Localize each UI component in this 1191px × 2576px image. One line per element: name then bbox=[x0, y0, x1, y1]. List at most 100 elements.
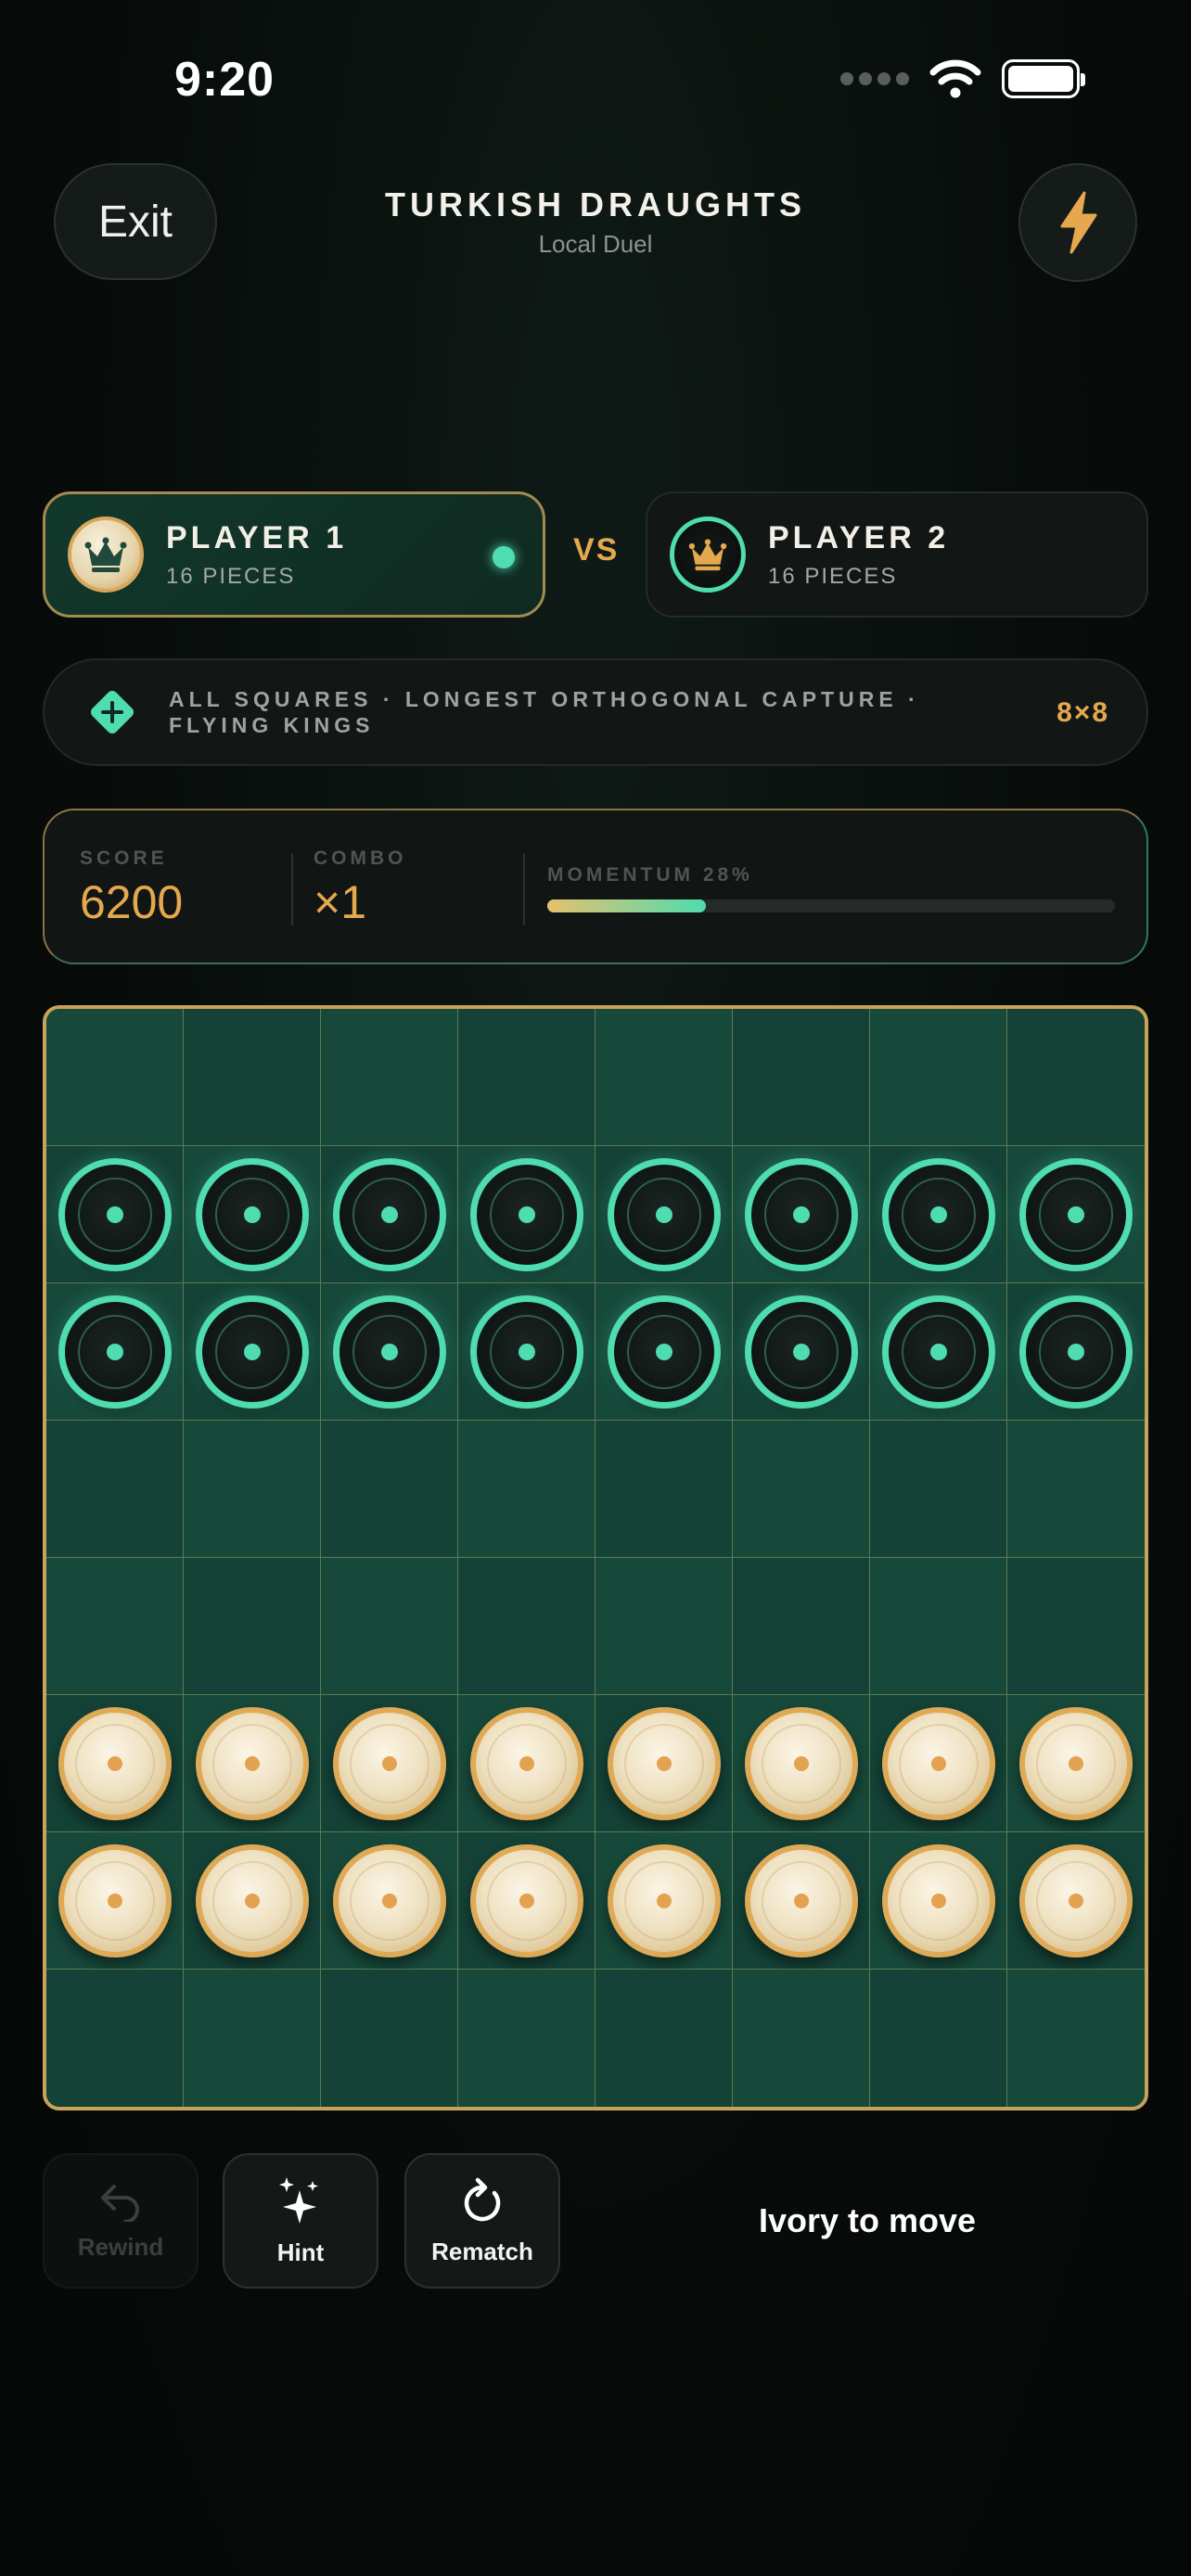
board-square[interactable] bbox=[596, 1283, 733, 1421]
board-square[interactable] bbox=[733, 1146, 870, 1283]
board-square[interactable] bbox=[458, 1009, 596, 1146]
board-square[interactable] bbox=[733, 1695, 870, 1832]
board-square[interactable] bbox=[596, 1695, 733, 1832]
board-square[interactable] bbox=[1007, 1421, 1145, 1558]
board-square[interactable] bbox=[321, 1970, 458, 2107]
rematch-button[interactable]: Rematch bbox=[404, 2153, 560, 2289]
board-square[interactable] bbox=[870, 1832, 1007, 1970]
board-square[interactable] bbox=[1007, 1558, 1145, 1695]
board-square[interactable] bbox=[46, 1146, 184, 1283]
board-square[interactable] bbox=[321, 1558, 458, 1695]
dark-piece[interactable] bbox=[1019, 1294, 1133, 1409]
dark-piece[interactable] bbox=[881, 1294, 995, 1409]
dark-piece[interactable] bbox=[881, 1157, 995, 1271]
board-square[interactable] bbox=[733, 1970, 870, 2107]
board-square[interactable] bbox=[46, 1970, 184, 2107]
board-square[interactable] bbox=[1007, 1283, 1145, 1421]
board-square[interactable] bbox=[184, 1283, 321, 1421]
board-square[interactable] bbox=[733, 1009, 870, 1146]
ivory-piece[interactable] bbox=[469, 1706, 583, 1820]
ivory-piece[interactable] bbox=[332, 1843, 446, 1958]
board-square[interactable] bbox=[184, 1558, 321, 1695]
hint-button[interactable]: Hint bbox=[223, 2153, 378, 2289]
ivory-piece[interactable] bbox=[607, 1706, 721, 1820]
ivory-piece[interactable] bbox=[195, 1843, 309, 1958]
board-square[interactable] bbox=[733, 1558, 870, 1695]
dark-piece[interactable] bbox=[469, 1157, 583, 1271]
ivory-piece[interactable] bbox=[744, 1706, 858, 1820]
board-square[interactable] bbox=[46, 1695, 184, 1832]
ivory-piece[interactable] bbox=[881, 1706, 995, 1820]
dark-piece[interactable] bbox=[744, 1157, 858, 1271]
board-square[interactable] bbox=[184, 1970, 321, 2107]
board-square[interactable] bbox=[321, 1421, 458, 1558]
board-square[interactable] bbox=[184, 1146, 321, 1283]
ivory-piece[interactable] bbox=[607, 1843, 721, 1958]
board-square[interactable] bbox=[46, 1832, 184, 1970]
board-square[interactable] bbox=[46, 1009, 184, 1146]
board-square[interactable] bbox=[458, 1970, 596, 2107]
board-square[interactable] bbox=[321, 1832, 458, 1970]
dark-piece[interactable] bbox=[195, 1157, 309, 1271]
board-square[interactable] bbox=[458, 1283, 596, 1421]
board-square[interactable] bbox=[596, 1421, 733, 1558]
board-square[interactable] bbox=[184, 1009, 321, 1146]
power-button[interactable] bbox=[1018, 163, 1137, 282]
board-square[interactable] bbox=[1007, 1695, 1145, 1832]
board-square[interactable] bbox=[596, 1009, 733, 1146]
board-square[interactable] bbox=[184, 1832, 321, 1970]
board-square[interactable] bbox=[184, 1695, 321, 1832]
board-square[interactable] bbox=[870, 1970, 1007, 2107]
dark-piece[interactable] bbox=[332, 1294, 446, 1409]
ivory-piece[interactable] bbox=[881, 1843, 995, 1958]
board-square[interactable] bbox=[321, 1283, 458, 1421]
board-square[interactable] bbox=[870, 1558, 1007, 1695]
board-square[interactable] bbox=[596, 1970, 733, 2107]
dark-piece[interactable] bbox=[469, 1294, 583, 1409]
dark-piece[interactable] bbox=[744, 1294, 858, 1409]
board-square[interactable] bbox=[458, 1558, 596, 1695]
board-square[interactable] bbox=[458, 1832, 596, 1970]
ivory-piece[interactable] bbox=[469, 1843, 583, 1958]
dark-piece[interactable] bbox=[1019, 1157, 1133, 1271]
ivory-piece[interactable] bbox=[1019, 1843, 1133, 1958]
board-square[interactable] bbox=[184, 1421, 321, 1558]
dark-piece[interactable] bbox=[607, 1157, 721, 1271]
board-square[interactable] bbox=[1007, 1832, 1145, 1970]
ivory-piece[interactable] bbox=[58, 1843, 172, 1958]
board-square[interactable] bbox=[321, 1009, 458, 1146]
board-square[interactable] bbox=[458, 1146, 596, 1283]
ivory-piece[interactable] bbox=[1019, 1706, 1133, 1820]
board-square[interactable] bbox=[596, 1832, 733, 1970]
dark-piece[interactable] bbox=[607, 1294, 721, 1409]
ivory-piece[interactable] bbox=[58, 1706, 172, 1820]
board-square[interactable] bbox=[321, 1146, 458, 1283]
board-square[interactable] bbox=[733, 1832, 870, 1970]
ivory-piece[interactable] bbox=[744, 1843, 858, 1958]
board-square[interactable] bbox=[321, 1695, 458, 1832]
board-square[interactable] bbox=[870, 1421, 1007, 1558]
rewind-button[interactable]: Rewind bbox=[43, 2153, 198, 2289]
board-square[interactable] bbox=[46, 1558, 184, 1695]
board-square[interactable] bbox=[596, 1146, 733, 1283]
board-square[interactable] bbox=[733, 1283, 870, 1421]
board-square[interactable] bbox=[1007, 1009, 1145, 1146]
dark-piece[interactable] bbox=[58, 1157, 172, 1271]
dark-piece[interactable] bbox=[58, 1294, 172, 1409]
ivory-piece[interactable] bbox=[195, 1706, 309, 1820]
board-square[interactable] bbox=[870, 1283, 1007, 1421]
board-square[interactable] bbox=[870, 1695, 1007, 1832]
dark-piece[interactable] bbox=[332, 1157, 446, 1271]
board-square[interactable] bbox=[596, 1558, 733, 1695]
board-square[interactable] bbox=[46, 1421, 184, 1558]
board-square[interactable] bbox=[870, 1146, 1007, 1283]
ivory-piece[interactable] bbox=[332, 1706, 446, 1820]
board-square[interactable] bbox=[870, 1009, 1007, 1146]
dark-piece[interactable] bbox=[195, 1294, 309, 1409]
board-square[interactable] bbox=[1007, 1146, 1145, 1283]
board-square[interactable] bbox=[458, 1695, 596, 1832]
board-square[interactable] bbox=[733, 1421, 870, 1558]
board-square[interactable] bbox=[1007, 1970, 1145, 2107]
board-square[interactable] bbox=[46, 1283, 184, 1421]
board-square[interactable] bbox=[458, 1421, 596, 1558]
